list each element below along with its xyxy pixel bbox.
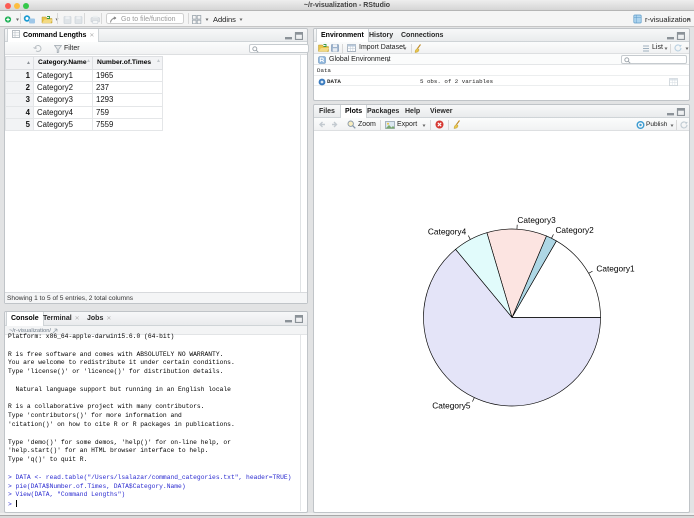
svg-text:Category2: Category2: [555, 225, 594, 235]
svg-text:Category5: Category5: [432, 400, 471, 410]
svg-text:Category1: Category1: [596, 264, 635, 274]
svg-text:Category4: Category4: [428, 226, 467, 236]
svg-text:Category3: Category3: [517, 215, 556, 225]
